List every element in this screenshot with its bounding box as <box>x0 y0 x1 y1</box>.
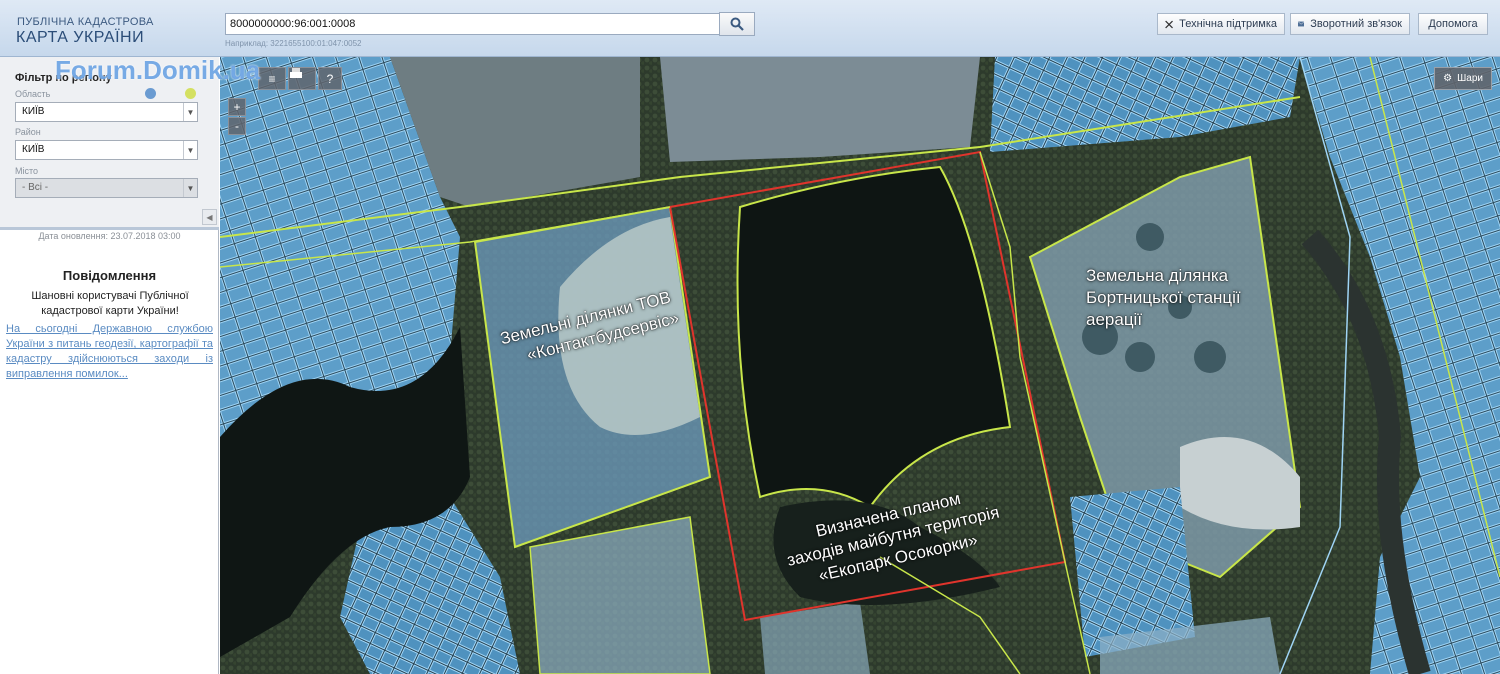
header: ПУБЛІЧНА КАДАСТРОВА КАРТА УКРАЇНИ Наприк… <box>0 0 1500 57</box>
divider <box>0 227 219 230</box>
label-bortnychi-line3: аерації <box>1086 310 1143 329</box>
substation-area[interactable] <box>660 57 980 162</box>
region-select-value: КИЇВ <box>22 106 45 117</box>
label-bortnychi-line1: Земельна ділянка <box>1086 266 1229 285</box>
region-label: Область <box>15 89 51 99</box>
zoom-in-button[interactable]: + <box>228 98 246 116</box>
chevron-down-icon: ▼ <box>183 103 197 121</box>
city-select[interactable]: - Всі - ▼ <box>15 178 198 198</box>
search-icon <box>730 17 744 31</box>
print-icon <box>290 68 302 78</box>
tech-support-label: Технічна підтримка <box>1179 18 1277 30</box>
green-marker-icon[interactable] <box>185 88 196 99</box>
news-link[interactable]: На сьогодні Державною службою України з … <box>6 322 213 382</box>
aeration-tank <box>1136 223 1164 251</box>
chevron-down-icon: ▼ <box>183 141 197 159</box>
city-label: Місто <box>15 166 39 176</box>
map-view[interactable]: ≡ ? + - ⚙ Шари Земельні ділянки ТОВ «Кон… <box>220 57 1500 674</box>
aeration-tank <box>1194 341 1226 373</box>
update-date: Дата оновлення: 23.07.2018 03:00 <box>38 231 181 241</box>
map-tool-button[interactable]: ≡ <box>258 67 286 90</box>
district-label: Район <box>15 127 41 137</box>
aeration-tank <box>1125 342 1155 372</box>
layers-button[interactable]: ⚙ Шари <box>1434 67 1492 90</box>
tech-support-button[interactable]: Технічна підтримка <box>1157 13 1285 35</box>
gear-icon: ⚙ <box>1443 73 1453 84</box>
tools-icon <box>1165 20 1173 28</box>
envelope-icon <box>1298 21 1305 27</box>
cadastral-search-input[interactable] <box>225 13 720 35</box>
region-select[interactable]: КИЇВ ▼ <box>15 102 198 122</box>
district-select[interactable]: КИЇВ ▼ <box>15 140 198 160</box>
forum-watermark: Forum.Domik.ua <box>55 55 261 85</box>
satellite-map[interactable] <box>220 57 1500 674</box>
blue-marker-icon[interactable] <box>145 88 156 99</box>
district-select-value: КИЇВ <box>22 144 45 155</box>
help-label: Допомога <box>1428 18 1478 30</box>
city-select-value: - Всі - <box>22 182 49 193</box>
layers-label: Шари <box>1457 73 1483 84</box>
map-help-button[interactable]: ? <box>318 67 342 90</box>
feedback-label: Зворотний зв'язок <box>1310 18 1402 30</box>
feedback-button[interactable]: Зворотний зв'язок <box>1290 13 1410 35</box>
zoom-out-button[interactable]: - <box>228 117 246 135</box>
collapse-sidebar-button[interactable]: ◀ <box>202 209 217 225</box>
logo-top-text: ПУБЛІЧНА КАДАСТРОВА <box>17 16 154 28</box>
label-bortnychi-line2: Бортницької станції <box>1086 288 1241 307</box>
help-button[interactable]: Допомога <box>1418 13 1488 35</box>
chevron-down-icon: ▼ <box>183 179 197 197</box>
logo-main-text[interactable]: КАРТА УКРАЇНИ <box>16 29 144 47</box>
search-hint: Наприклад: 3221655100:01:047:0052 <box>225 39 362 48</box>
search-button[interactable] <box>719 12 755 36</box>
label-bortnychi-station: Земельна ділянка Бортницької станції аер… <box>1086 265 1241 331</box>
print-button[interactable] <box>288 67 316 90</box>
news-title: Повідомлення <box>62 268 157 283</box>
sidebar: Фільтр по регіону Область КИЇВ ▼ Район К… <box>0 57 219 674</box>
news-text: Шановні користувачі Публічної кадастрово… <box>31 290 189 317</box>
